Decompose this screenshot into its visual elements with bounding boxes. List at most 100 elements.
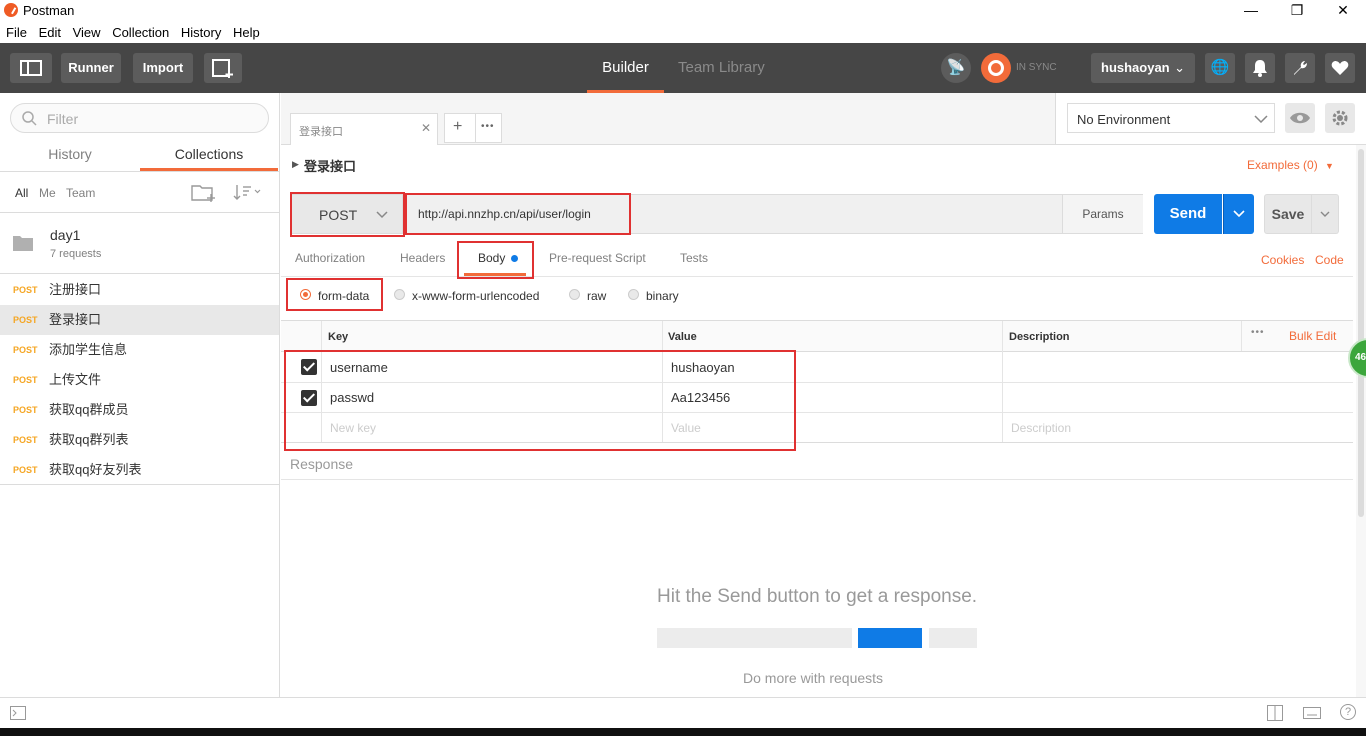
label-binary: binary <box>646 289 679 303</box>
sync-icon[interactable] <box>981 53 1011 83</box>
filter-input[interactable]: Filter <box>10 103 269 133</box>
close-tab-icon[interactable]: ✕ <box>421 121 431 135</box>
tab-builder[interactable]: Builder <box>587 43 664 93</box>
response-hint: Hit the Send button to get a response. <box>657 586 978 607</box>
tab-headers[interactable]: Headers <box>400 251 445 265</box>
minimize-button[interactable]: — <box>1228 0 1274 22</box>
heart-icon[interactable] <box>1325 53 1355 83</box>
placeholder-bar <box>929 628 977 648</box>
new-button[interactable] <box>204 53 242 83</box>
tab-collections[interactable]: Collections <box>140 143 278 171</box>
status-bar: ? <box>0 697 1366 728</box>
runner-button[interactable]: Runner <box>61 53 121 83</box>
list-item[interactable]: POST 上传文件 <box>0 365 279 395</box>
chevron-down-icon <box>1254 115 1268 123</box>
do-more-text: Do more with requests <box>743 670 884 686</box>
radio-raw[interactable] <box>569 289 580 300</box>
close-window-button[interactable]: ✕ <box>1320 0 1366 22</box>
list-item[interactable]: POST 获取qq群成员 <box>0 395 279 425</box>
gear-icon[interactable] <box>1325 103 1355 133</box>
menu-file[interactable]: File <box>6 22 27 43</box>
scope-all[interactable]: All <box>15 186 28 200</box>
tab-team-library[interactable]: Team Library <box>678 43 765 93</box>
annotation-body-tab <box>457 241 534 279</box>
bulk-edit-link[interactable]: Bulk Edit <box>1289 329 1336 343</box>
save-button[interactable]: Save <box>1264 194 1312 234</box>
annotation-url <box>405 193 631 235</box>
placeholder-bar-accent <box>858 628 922 648</box>
menu-history[interactable]: History <box>181 22 221 43</box>
menu-help[interactable]: Help <box>233 22 260 43</box>
tab-tests[interactable]: Tests <box>680 251 708 265</box>
more-tabs-icon[interactable]: ••• <box>481 121 495 132</box>
chevron-down-icon: ⌄ <box>1174 60 1185 75</box>
label-raw: raw <box>587 289 607 303</box>
tab-actions: + ••• <box>444 113 502 143</box>
tab-pre-request-script[interactable]: Pre-request Script <box>549 251 646 265</box>
wrench-icon[interactable] <box>1285 53 1315 83</box>
console-icon[interactable] <box>10 706 26 720</box>
help-icon[interactable]: ? <box>1340 704 1356 720</box>
list-item[interactable]: POST 添加学生信息 <box>0 335 279 365</box>
user-name: hushaoyan <box>1101 60 1170 75</box>
label-urlencoded: x-www-form-urlencoded <box>412 289 540 303</box>
tab-history[interactable]: History <box>1 143 139 171</box>
globe-icon[interactable]: 🌐 <box>1205 53 1235 83</box>
two-pane-icon[interactable] <box>1267 705 1283 721</box>
eye-icon[interactable] <box>1285 103 1315 133</box>
scope-team[interactable]: Team <box>66 186 95 200</box>
new-folder-icon[interactable] <box>191 183 217 203</box>
search-icon <box>22 111 37 126</box>
radio-urlencoded[interactable] <box>394 289 405 300</box>
request-title: 登录接口 <box>304 159 357 174</box>
postman-logo-icon <box>4 3 18 17</box>
taskbar <box>0 728 1366 736</box>
tab-authorization[interactable]: Authorization <box>295 251 365 265</box>
list-item[interactable]: POST 注册接口 <box>0 275 279 305</box>
restore-button[interactable]: ❐ <box>1274 0 1320 22</box>
menu-edit[interactable]: Edit <box>39 22 61 43</box>
column-key: Key <box>328 331 349 343</box>
list-item[interactable]: POST 获取qq好友列表 <box>0 455 279 485</box>
sort-icon[interactable] <box>232 184 262 202</box>
sync-status: IN SYNC <box>1016 62 1057 73</box>
environment-select[interactable]: No Environment <box>1067 103 1275 133</box>
more-options-icon[interactable]: ••• <box>1251 327 1265 338</box>
toggle-sidebar-button[interactable] <box>10 53 52 83</box>
title-bar: Postman — ❐ ✕ <box>0 0 1366 22</box>
keyboard-icon[interactable] <box>1303 707 1321 719</box>
bell-icon[interactable] <box>1245 53 1275 83</box>
placeholder-bar <box>657 628 852 648</box>
cookies-link[interactable]: Cookies <box>1261 253 1304 267</box>
scrollbar[interactable] <box>1356 145 1366 697</box>
user-dropdown[interactable]: hushaoyan ⌄ <box>1091 53 1195 83</box>
menu-view[interactable]: View <box>73 22 101 43</box>
send-options-button[interactable] <box>1223 194 1254 234</box>
send-button[interactable]: Send <box>1154 194 1222 234</box>
scope-me[interactable]: Me <box>39 186 56 200</box>
list-item[interactable]: POST 获取qq群列表 <box>0 425 279 455</box>
column-value: Value <box>668 331 697 343</box>
request-tab-label: 登录接口 <box>299 126 343 138</box>
environment-value: No Environment <box>1077 112 1171 127</box>
params-button[interactable]: Params <box>1062 195 1143 233</box>
collection-count: 7 requests <box>50 248 102 260</box>
app-header: Runner Import Builder Team Library 📡 IN … <box>0 43 1366 93</box>
collapse-triangle-icon[interactable]: ▶ <box>292 159 299 170</box>
radio-binary[interactable] <box>628 289 639 300</box>
save-options-button[interactable] <box>1312 194 1339 234</box>
import-button[interactable]: Import <box>133 53 193 83</box>
code-link[interactable]: Code <box>1315 253 1344 267</box>
request-tab[interactable]: 登录接口 ✕ <box>290 113 438 145</box>
satellite-icon[interactable]: 📡 <box>941 53 971 83</box>
new-description-input[interactable]: Description <box>1011 421 1071 435</box>
examples-link[interactable]: Examples (0) ▼ <box>1247 158 1334 172</box>
menu-bar: File Edit View Collection History Help <box>0 22 1366 43</box>
list-item-selected[interactable]: POST 登录接口 <box>0 305 279 335</box>
annotation-params <box>284 350 796 451</box>
menu-collection[interactable]: Collection <box>112 22 169 43</box>
table-header <box>281 321 1353 351</box>
chevron-down-icon <box>1233 210 1245 218</box>
new-tab-button[interactable]: + <box>453 118 462 136</box>
collection-day1[interactable]: day1 7 requests <box>0 213 279 273</box>
